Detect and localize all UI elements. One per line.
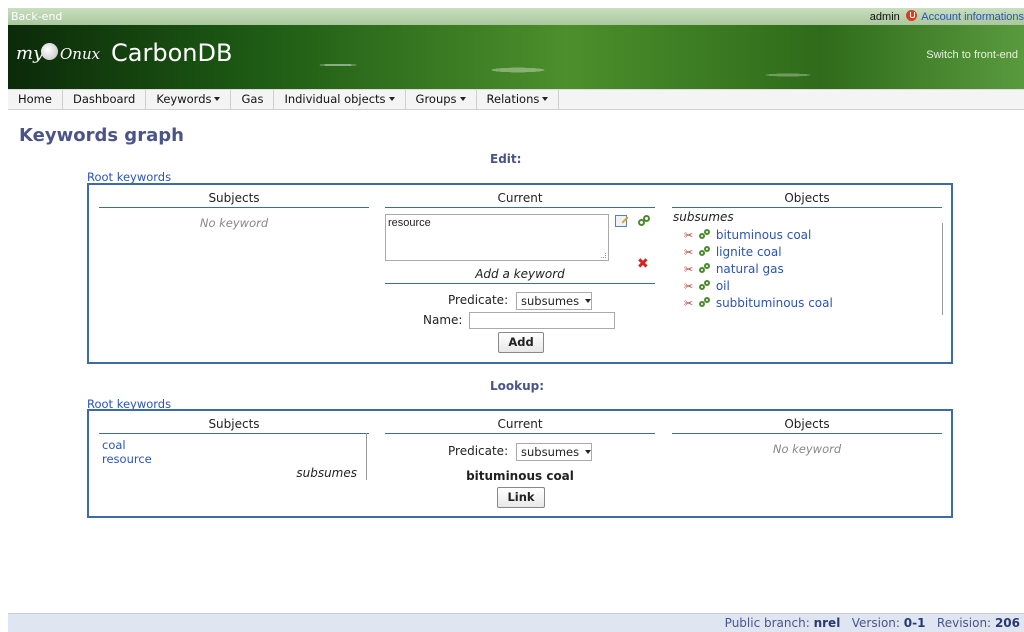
- edit-panel: Subjects No keyword Current resource ✖ A…: [87, 183, 953, 364]
- top-bar: Back-end admin Account informations: [8, 8, 1024, 25]
- lookup-panel: Subjects coal resource subsumes Current …: [87, 409, 953, 518]
- edit-predicate-label: Predicate:: [448, 293, 509, 307]
- edit-subjects-header: Subjects: [99, 191, 369, 208]
- subjects-scrollbar[interactable]: [366, 433, 367, 480]
- link-icon[interactable]: [698, 263, 713, 274]
- edit-icon[interactable]: [615, 215, 627, 227]
- scissors-icon[interactable]: ✂: [684, 261, 695, 278]
- menu-dashboard[interactable]: Dashboard: [63, 90, 147, 110]
- resize-grip-icon[interactable]: [601, 253, 606, 258]
- link-icon[interactable]: [698, 280, 713, 291]
- subjects-predicate-label: subsumes: [296, 466, 357, 480]
- chevron-down-icon: [585, 299, 592, 303]
- menu-home[interactable]: Home: [8, 90, 63, 110]
- back-end-label: Back-end: [11, 10, 63, 23]
- lookup-subjects-list: coal resource: [102, 438, 152, 466]
- lookup-subjects-header: Subjects: [99, 417, 369, 434]
- user-area: admin Account informations: [870, 10, 1024, 23]
- subject-item-resource[interactable]: resource: [102, 452, 152, 466]
- add-button[interactable]: Add: [498, 332, 544, 353]
- revision-value: 206: [994, 616, 1020, 630]
- edit-predicate-select[interactable]: subsumes: [516, 292, 592, 310]
- main-menu: Home Dashboard Keywords Gas Individual o…: [8, 89, 1024, 110]
- add-keyword-label: Add a keyword: [385, 267, 655, 284]
- objects-scrollbar[interactable]: [942, 223, 943, 315]
- edit-subjects-empty: No keyword: [199, 216, 269, 230]
- chevron-down-icon: [542, 97, 549, 101]
- object-item: ✂ bituminous coal: [684, 227, 812, 244]
- username: admin: [869, 11, 900, 23]
- edit-section-title: Edit:: [490, 152, 522, 166]
- menu-individual-objects[interactable]: Individual objects: [274, 90, 406, 110]
- lookup-section-title: Lookup:: [490, 379, 545, 393]
- lookup-objects-empty: No keyword: [772, 442, 842, 456]
- lookup-current-header: Current: [385, 417, 655, 434]
- object-item: ✂ subbituminous coal: [684, 295, 833, 312]
- object-item: ✂ natural gas: [684, 261, 784, 278]
- switch-to-front-end-link[interactable]: Switch to front-end: [926, 49, 1018, 61]
- menu-gas[interactable]: Gas: [231, 90, 275, 110]
- version-value: 0-1: [903, 616, 926, 630]
- current-keyword-textarea[interactable]: resource: [385, 214, 609, 261]
- link-icon[interactable]: [638, 215, 652, 227]
- subject-item-coal[interactable]: coal: [102, 438, 152, 452]
- edit-objects-header: Objects: [672, 191, 942, 208]
- app-title: CarbonDB: [111, 39, 233, 67]
- scissors-icon[interactable]: ✂: [684, 295, 695, 312]
- link-icon[interactable]: [698, 297, 713, 308]
- link-icon[interactable]: [698, 229, 713, 240]
- footer: Public branch: nrel Version: 0-1 Revisio…: [8, 613, 1024, 632]
- globe-icon: [41, 43, 58, 60]
- chevron-down-icon: [388, 97, 395, 101]
- lookup-current-keyword: bituminous coal: [466, 469, 574, 483]
- menu-keywords[interactable]: Keywords: [146, 90, 232, 110]
- scissors-icon[interactable]: ✂: [684, 278, 695, 295]
- page-title: Keywords graph: [19, 125, 184, 146]
- logo-brand: Onux: [60, 45, 101, 63]
- menu-relations[interactable]: Relations: [477, 90, 560, 110]
- edit-root-keywords-link[interactable]: Root keywords: [87, 170, 171, 184]
- menu-groups[interactable]: Groups: [406, 90, 477, 110]
- edit-current-header: Current: [385, 191, 655, 208]
- scissors-icon[interactable]: ✂: [684, 244, 695, 261]
- object-item: ✂ oil: [684, 278, 730, 295]
- logout-icon[interactable]: [905, 10, 917, 21]
- banner: my Onux CarbonDB Switch to front-end: [8, 25, 1024, 89]
- chevron-down-icon: [459, 97, 466, 101]
- lookup-predicate-label: Predicate:: [448, 444, 509, 458]
- lookup-objects-header: Objects: [672, 417, 942, 434]
- scissors-icon[interactable]: ✂: [684, 227, 695, 244]
- lookup-predicate-select[interactable]: subsumes: [516, 443, 592, 461]
- link-button[interactable]: Link: [497, 487, 545, 508]
- account-informations-link[interactable]: Account informations: [921, 11, 1024, 23]
- objects-predicate-label: subsumes: [673, 210, 734, 224]
- name-input[interactable]: [469, 312, 615, 329]
- chevron-down-icon: [214, 97, 221, 101]
- name-label: Name:: [423, 313, 463, 327]
- link-icon[interactable]: [698, 246, 713, 257]
- branch-value: nrel: [813, 616, 841, 630]
- logo-my: my: [16, 43, 44, 64]
- chevron-down-icon: [585, 450, 592, 454]
- edit-objects-list: ✂ bituminous coal ✂ lignite coal ✂ natur…: [684, 227, 833, 312]
- object-item: ✂ lignite coal: [684, 244, 782, 261]
